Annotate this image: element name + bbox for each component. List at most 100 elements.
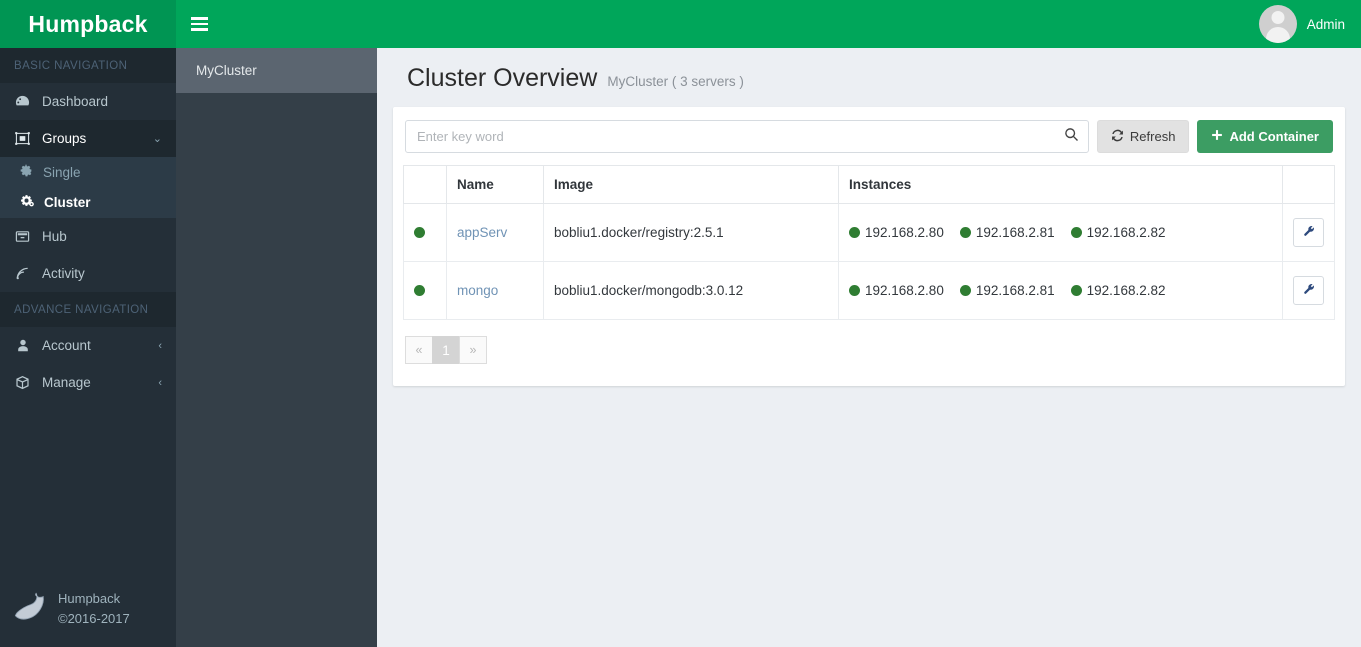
dashboard-icon: [14, 94, 31, 109]
user-icon: [14, 339, 31, 353]
pagination-page-1[interactable]: 1: [432, 336, 460, 364]
wrench-icon: [1303, 283, 1315, 298]
refresh-label: Refresh: [1129, 129, 1176, 144]
sidebar-submenu-groups: Single Cluster: [0, 157, 176, 218]
status-dot: [849, 285, 860, 296]
instance-ip: 192.168.2.80: [865, 225, 944, 240]
instance-ip: 192.168.2.82: [1086, 283, 1166, 298]
pagination-next[interactable]: »: [459, 336, 487, 364]
instance-item[interactable]: 192.168.2.82: [1070, 283, 1166, 298]
sidebar-section-advance: ADVANCE NAVIGATION: [0, 292, 176, 327]
avatar: [1258, 5, 1297, 43]
chevron-left-icon: ‹: [158, 339, 162, 352]
sidebar-section-basic: BASIC NAVIGATION: [0, 48, 176, 83]
hub-icon: [14, 229, 31, 244]
pagination-prev[interactable]: «: [405, 336, 433, 364]
table-body: appServ bobliu1.docker/registry:2.5.1 19…: [403, 203, 1335, 320]
cell-status: [403, 261, 447, 320]
add-container-button[interactable]: Add Container: [1197, 120, 1333, 153]
sidebar-item-label: Manage: [42, 375, 91, 390]
search-input[interactable]: [405, 120, 1089, 153]
chevron-down-icon: ⌄: [152, 133, 162, 145]
instance-ip: 192.168.2.80: [865, 283, 944, 298]
sidebar: BASIC NAVIGATION Dashboard Groups ⌄ Sing…: [0, 48, 176, 647]
hamburger-bar: [190, 28, 208, 31]
body-container: BASIC NAVIGATION Dashboard Groups ⌄ Sing…: [0, 48, 1361, 647]
search-wrapper: [405, 120, 1089, 153]
container-name-link[interactable]: appServ: [457, 225, 507, 240]
instance-ip: 192.168.2.82: [1086, 225, 1166, 240]
sidebar-item-label: Hub: [42, 229, 67, 244]
chevron-left-icon: ‹: [158, 376, 162, 389]
pagination: « 1 »: [405, 336, 1335, 364]
instance-item[interactable]: 192.168.2.80: [849, 283, 944, 298]
top-nav: Admin: [176, 0, 1361, 48]
instance-item[interactable]: 192.168.2.80: [849, 225, 944, 240]
user-menu[interactable]: Admin: [1258, 5, 1345, 43]
instance-item[interactable]: 192.168.2.81: [959, 283, 1055, 298]
column-header-status: [403, 165, 447, 204]
row-settings-button[interactable]: [1293, 218, 1324, 247]
table-row: appServ bobliu1.docker/registry:2.5.1 19…: [403, 203, 1335, 262]
instance-ip: 192.168.2.81: [975, 283, 1055, 298]
wrench-icon: [1303, 225, 1315, 240]
sidebar-item-account[interactable]: Account ‹: [0, 327, 176, 364]
sidebar-item-dashboard[interactable]: Dashboard: [0, 83, 176, 120]
footer-copyright: ©2016-2017: [58, 610, 130, 626]
sidebar-subitem-label: Cluster: [44, 195, 91, 210]
instance-list: 192.168.2.80 192.168.2.81 192.168.2.82: [849, 225, 1272, 240]
instance-list: 192.168.2.80 192.168.2.81 192.168.2.82: [849, 283, 1272, 298]
refresh-button[interactable]: Refresh: [1096, 120, 1190, 153]
sidebar-item-manage[interactable]: Manage ‹: [0, 364, 176, 401]
group-panel: MyCluster: [176, 48, 377, 647]
status-dot: [414, 227, 425, 238]
cell-name: appServ: [446, 203, 544, 262]
cell-status: [403, 203, 447, 262]
gears-icon: [20, 194, 34, 211]
page-title: Cluster Overview: [407, 64, 598, 92]
cell-name: mongo: [446, 261, 544, 320]
sidebar-subitem-single[interactable]: Single: [0, 157, 176, 187]
cell-action: [1282, 261, 1335, 320]
hamburger-bar: [190, 17, 208, 20]
sidebar-item-label: Activity: [42, 266, 85, 281]
gear-icon: [20, 164, 33, 180]
instance-item[interactable]: 192.168.2.82: [1070, 225, 1166, 240]
box-icon: [14, 375, 31, 390]
user-name: Admin: [1306, 16, 1345, 32]
table-head: Name Image Instances: [403, 165, 1335, 204]
whale-icon: [14, 591, 48, 626]
status-dot: [959, 285, 971, 296]
column-header-instances: Instances: [838, 165, 1283, 204]
sidebar-item-groups[interactable]: Groups ⌄: [0, 120, 176, 157]
cell-instances: 192.168.2.80 192.168.2.81 192.168.2.82: [838, 261, 1283, 320]
instance-item[interactable]: 192.168.2.81: [959, 225, 1055, 240]
hamburger-bar: [190, 22, 208, 26]
containers-table: Name Image Instances appServ bobliu1.doc…: [403, 165, 1335, 320]
sidebar-item-label: Groups: [42, 131, 87, 146]
instance-ip: 192.168.2.81: [975, 225, 1055, 240]
cell-image: bobliu1.docker/registry:2.5.1: [543, 203, 839, 262]
brand-logo[interactable]: Humpback: [0, 0, 176, 48]
sidebar-item-hub[interactable]: Hub: [0, 218, 176, 255]
sidebar-subitem-cluster[interactable]: Cluster: [0, 187, 176, 218]
sidebar-footer-text: Humpback ©2016-2017: [58, 589, 130, 629]
cell-image: bobliu1.docker/mongodb:3.0.12: [543, 261, 839, 320]
page-header: Cluster Overview MyCluster ( 3 servers ): [393, 48, 1345, 107]
status-dot: [959, 227, 971, 238]
refresh-icon: [1111, 129, 1124, 145]
hamburger-menu-icon[interactable]: [176, 0, 222, 48]
column-header-name: Name: [446, 165, 544, 204]
add-container-label: Add Container: [1229, 129, 1319, 144]
group-item-mycluster[interactable]: MyCluster: [176, 48, 377, 93]
top-bar: Humpback Admin: [0, 0, 1361, 48]
activity-icon: [14, 266, 31, 281]
status-dot: [849, 227, 860, 238]
status-dot: [1070, 227, 1082, 238]
sidebar-item-activity[interactable]: Activity: [0, 255, 176, 292]
container-name-link[interactable]: mongo: [457, 283, 498, 298]
footer-app-name: Humpback: [58, 590, 121, 606]
table-header-row: Name Image Instances: [403, 165, 1335, 204]
row-settings-button[interactable]: [1293, 276, 1324, 305]
